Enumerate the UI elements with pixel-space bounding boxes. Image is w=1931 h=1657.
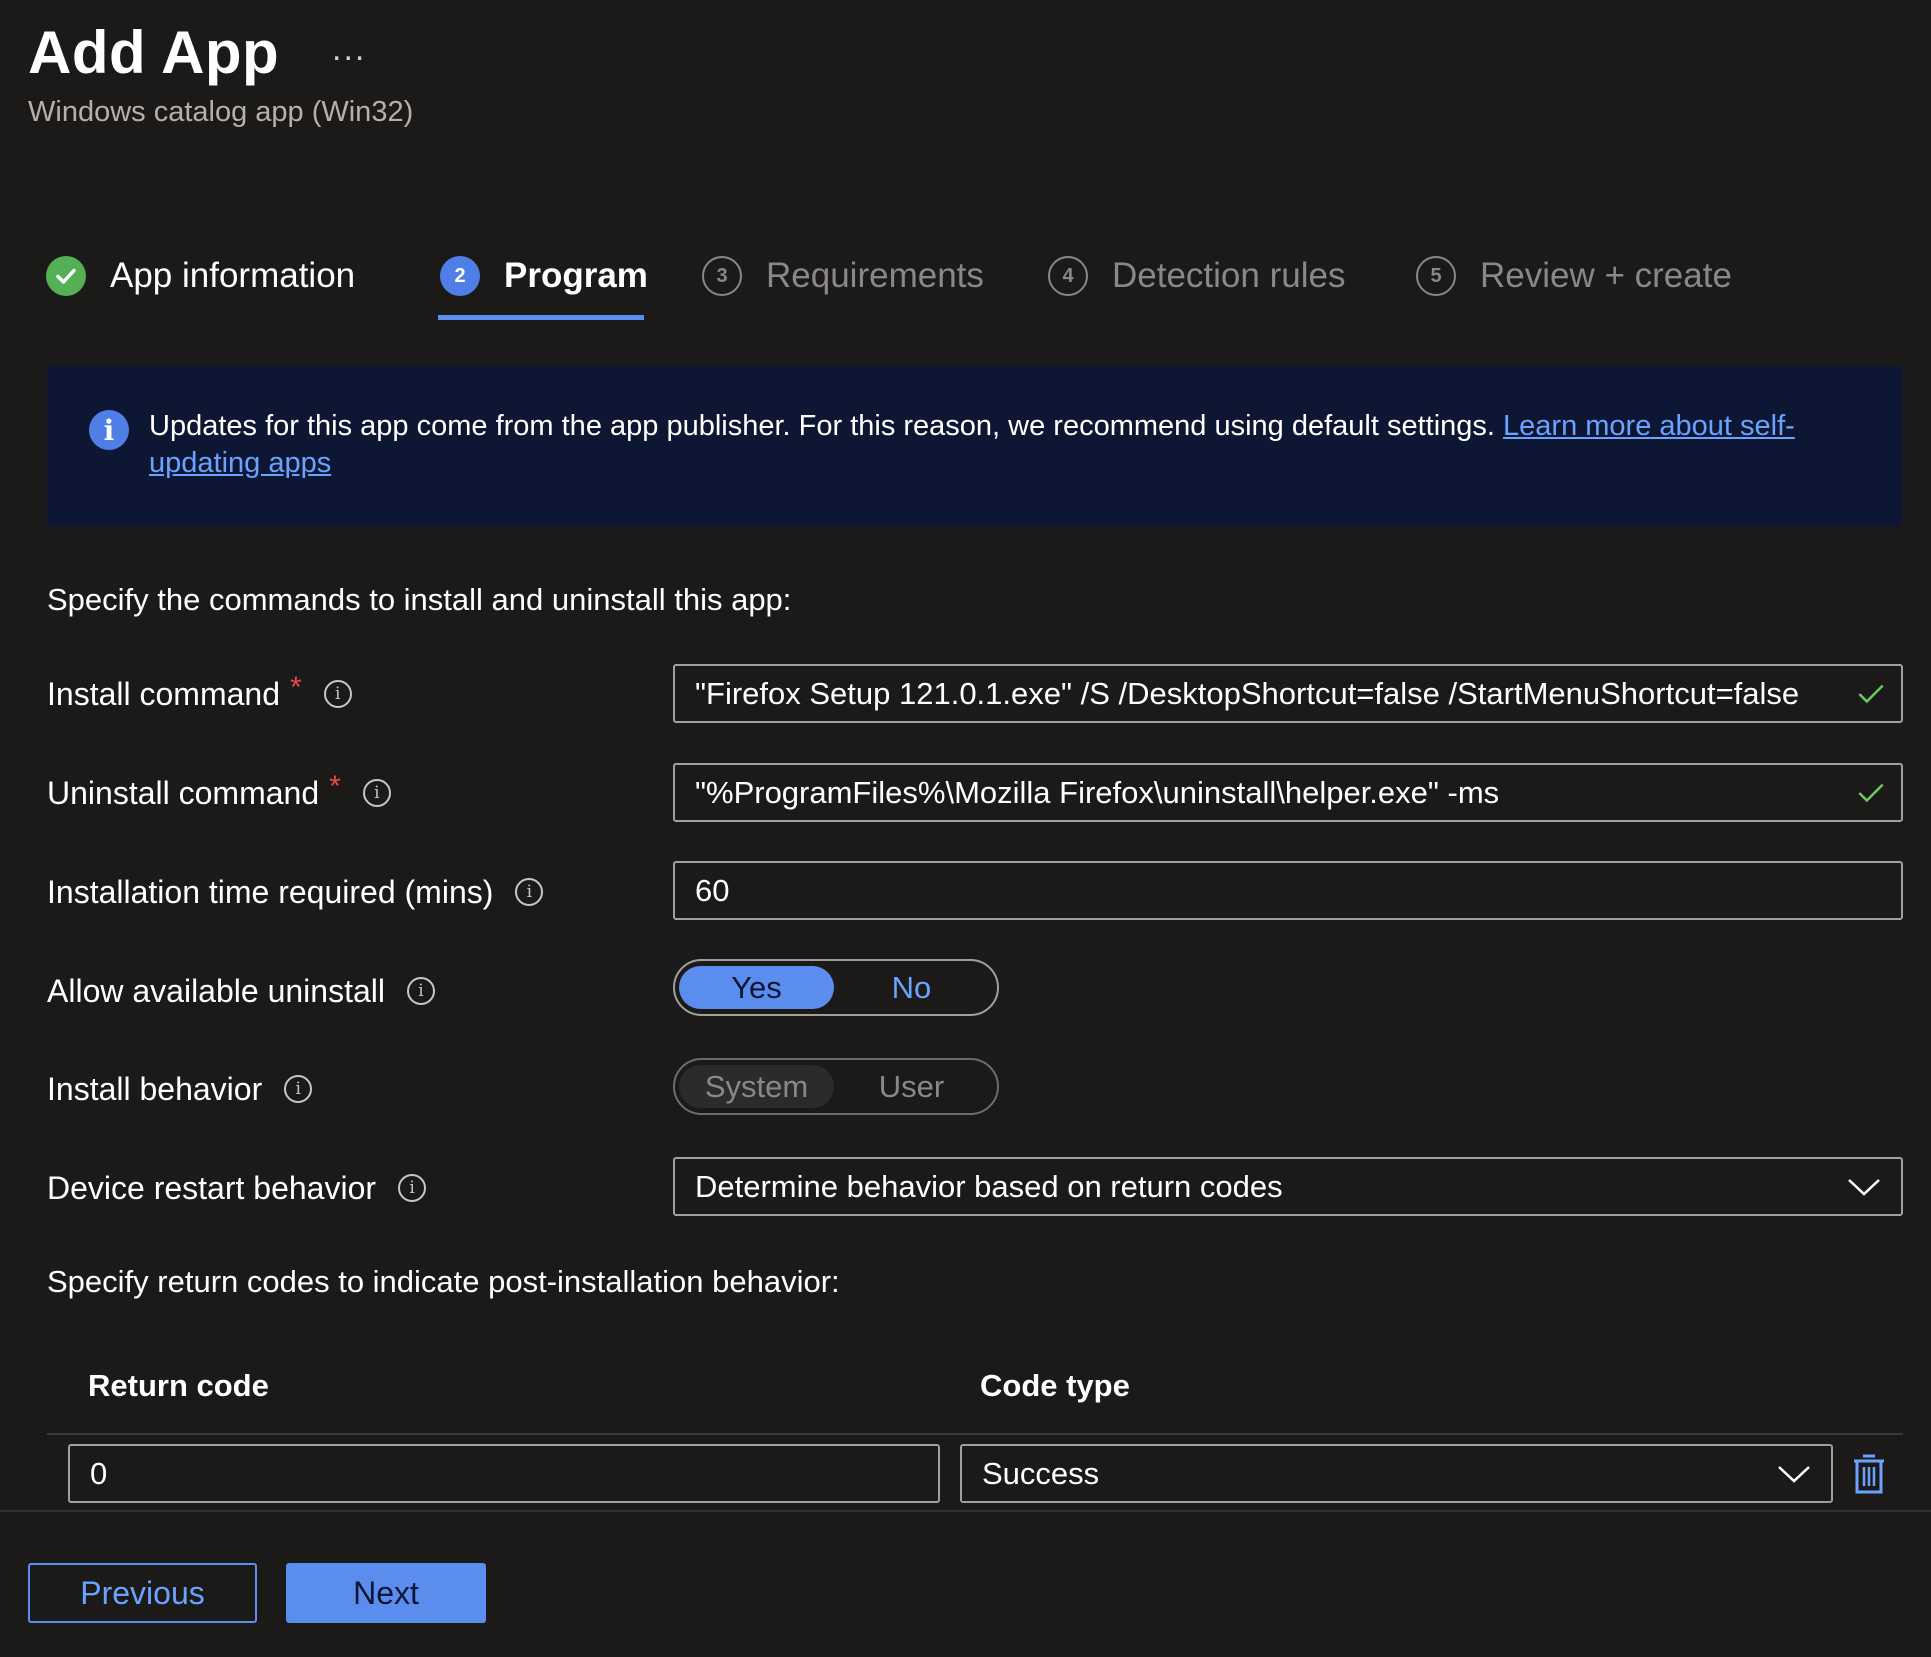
return-code-value: 0: [90, 1455, 108, 1491]
uninstall-command-input[interactable]: "%ProgramFiles%\Mozilla Firefox\uninstal…: [673, 763, 1903, 822]
step-number-badge: 3: [702, 256, 742, 296]
tab-program[interactable]: 2 Program: [440, 246, 648, 306]
commands-intro: Specify the commands to install and unin…: [47, 582, 792, 617]
uninstall-command-value: "%ProgramFiles%\Mozilla Firefox\uninstal…: [695, 774, 1500, 810]
required-asterisk: *: [289, 671, 302, 704]
required-asterisk: *: [329, 770, 341, 803]
install-behavior-toggle: System User: [673, 1058, 999, 1115]
banner-message: Updates for this app come from the app p…: [149, 408, 1869, 482]
more-options-button[interactable]: ...: [332, 30, 366, 69]
tab-requirements[interactable]: 3 Requirements: [702, 246, 984, 306]
allow-uninstall-label: Allow available uninstall i: [47, 971, 435, 1011]
checkmark-circle-icon: [46, 256, 86, 296]
info-icon[interactable]: i: [284, 1075, 313, 1103]
delete-trash-icon[interactable]: [1852, 1452, 1886, 1494]
step-number-badge: 2: [440, 256, 480, 296]
step-number-badge: 4: [1048, 256, 1088, 296]
return-codes-intro: Specify return codes to indicate post-in…: [47, 1264, 840, 1299]
toggle-option-user: User: [878, 1068, 945, 1104]
page-subtitle: Windows catalog app (Win32): [28, 96, 414, 128]
code-type-dropdown[interactable]: Success: [960, 1444, 1833, 1503]
install-command-value: "Firefox Setup 121.0.1.exe" /S /DesktopS…: [695, 675, 1800, 711]
column-header-return-code: Return code: [88, 1368, 269, 1403]
chevron-down-icon: [1848, 1178, 1880, 1196]
toggle-option-yes[interactable]: Yes: [679, 966, 834, 1009]
restart-behavior-label: Device restart behavior i: [47, 1168, 427, 1208]
install-command-input[interactable]: "Firefox Setup 121.0.1.exe" /S /DesktopS…: [673, 664, 1903, 723]
toggle-option-system: System: [679, 1065, 834, 1108]
table-divider: [47, 1433, 1903, 1435]
label-text: Installation time required (mins): [47, 873, 494, 910]
next-button[interactable]: Next: [286, 1563, 486, 1623]
label-text: Device restart behavior: [47, 1169, 377, 1206]
tab-app-information[interactable]: App information: [46, 246, 355, 306]
info-icon[interactable]: i: [323, 680, 352, 708]
valid-check-icon: [1858, 684, 1884, 703]
install-behavior-label: Install behavior i: [47, 1069, 313, 1109]
label-text: Allow available uninstall: [47, 972, 385, 1009]
tab-label: Program: [504, 256, 648, 295]
install-command-label: Install command * i: [47, 671, 352, 714]
info-icon[interactable]: i: [515, 878, 544, 906]
uninstall-command-label: Uninstall command * i: [47, 770, 391, 813]
label-text: Uninstall command: [47, 774, 320, 811]
toggle-option-no[interactable]: No: [834, 966, 989, 1009]
tab-detection-rules[interactable]: 4 Detection rules: [1048, 246, 1345, 306]
label-text: Install command: [47, 675, 280, 712]
step-number-badge: 5: [1416, 256, 1456, 296]
page-title: Add App: [28, 19, 280, 86]
chevron-down-icon: [1778, 1465, 1810, 1483]
info-icon[interactable]: i: [398, 1174, 427, 1202]
restart-behavior-dropdown[interactable]: Determine behavior based on return codes: [673, 1157, 1903, 1216]
info-icon: i: [89, 410, 129, 450]
column-header-code-type: Code type: [980, 1368, 1130, 1403]
footer-divider: [0, 1510, 1931, 1512]
wizard-steps: App information 2 Program 3 Requirements…: [46, 246, 1906, 321]
info-icon[interactable]: i: [406, 977, 435, 1005]
install-time-input[interactable]: 60: [673, 861, 1903, 920]
return-code-input[interactable]: 0: [68, 1444, 940, 1503]
tab-label: Requirements: [766, 256, 984, 295]
tab-label: Review + create: [1480, 256, 1732, 295]
info-banner: i Updates for this app come from the app…: [47, 366, 1902, 526]
tab-label: Detection rules: [1112, 256, 1346, 295]
tab-label: App information: [110, 256, 356, 295]
restart-behavior-value: Determine behavior based on return codes: [695, 1168, 1283, 1204]
banner-text: Updates for this app come from the app p…: [149, 410, 1504, 442]
previous-button[interactable]: Previous: [28, 1563, 257, 1623]
install-time-value: 60: [695, 872, 730, 908]
info-icon[interactable]: i: [362, 779, 391, 807]
valid-check-icon: [1858, 783, 1884, 802]
allow-uninstall-toggle[interactable]: Yes No: [673, 959, 999, 1016]
code-type-value: Success: [982, 1455, 1100, 1491]
active-tab-indicator: [438, 315, 644, 320]
install-time-label: Installation time required (mins) i: [47, 872, 544, 912]
tab-review-create[interactable]: 5 Review + create: [1416, 246, 1732, 306]
label-text: Install behavior: [47, 1070, 263, 1107]
